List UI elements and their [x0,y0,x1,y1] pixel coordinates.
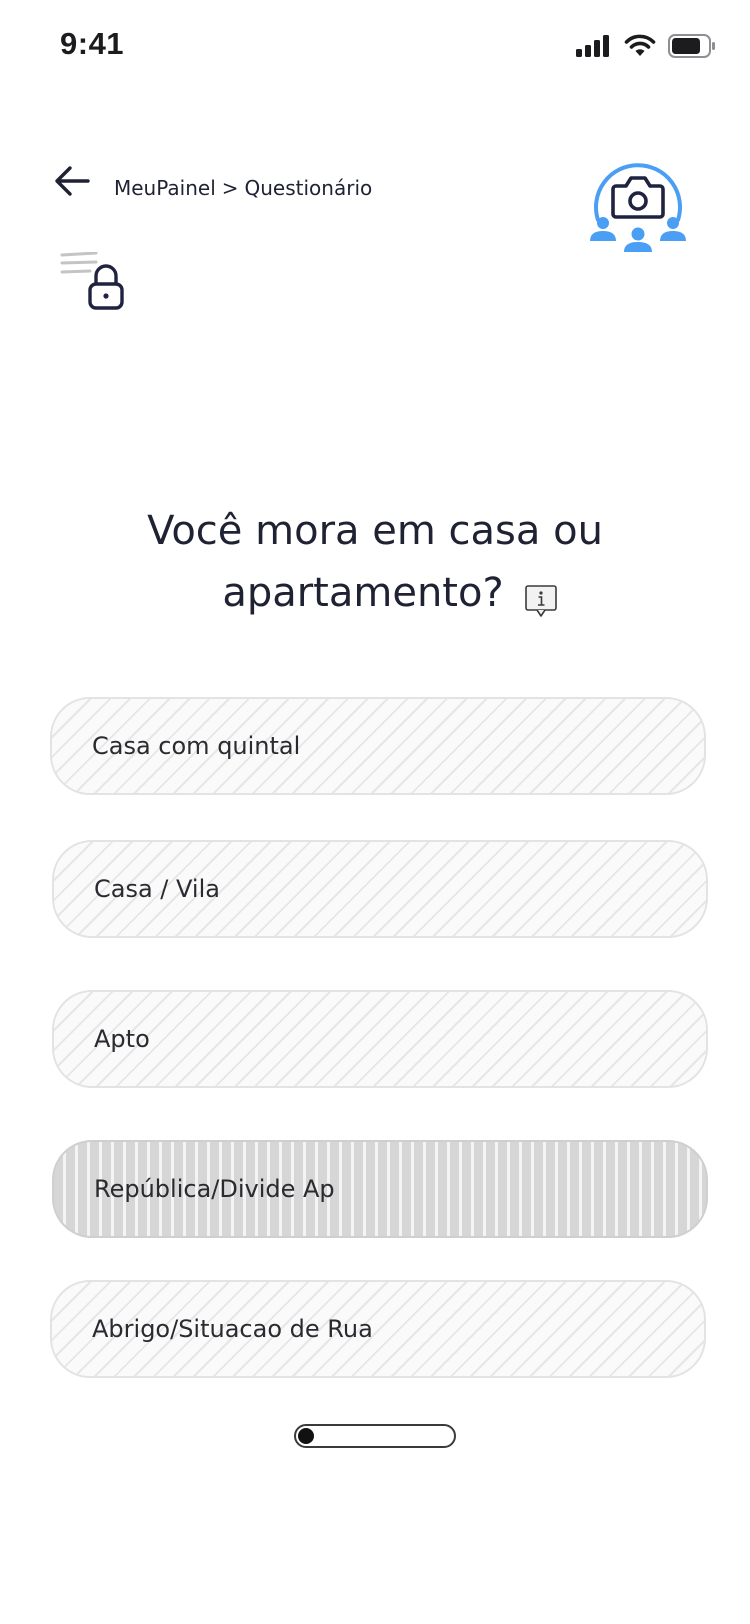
question-line-1: Você mora em casa ou [147,508,603,554]
option-apto[interactable]: Apto [52,990,708,1088]
progress-indicator [298,1428,314,1444]
locked-menu-icon [60,251,124,310]
camera-group-icon [590,163,686,252]
status-icons [576,34,716,58]
info-icon [524,585,557,617]
status-time: 9:41 [60,26,125,61]
status-bar: 9:41 [0,0,750,92]
camera-button[interactable] [590,154,686,264]
option-casa-com-quintal[interactable]: Casa com quintal [50,697,706,795]
option-casa-vila[interactable]: Casa / Vila [52,840,708,938]
locked-menu-button[interactable] [60,251,132,322]
wifi-icon [624,34,656,56]
option-label: Casa com quintal [92,732,301,760]
option-label: Casa / Vila [94,875,220,903]
breadcrumb-separator: > [221,176,239,200]
breadcrumb: MeuPainel > Questionário [114,176,372,200]
cellular-signal-icon [576,35,609,57]
option-republica-divide-ap[interactable]: República/Divide Ap [52,1140,708,1238]
breadcrumb-current: Questionário [244,176,373,200]
option-label: Apto [94,1025,150,1053]
option-label: Abrigo/Situacao de Rua [92,1315,373,1343]
back-button[interactable] [52,163,92,199]
question-line-2-text: apartamento? [222,570,504,616]
question-title: Você mora em casa ou apartamento? [0,500,750,624]
question-line-2: apartamento? [0,562,750,624]
battery-icon [668,34,715,58]
progress-bar [294,1424,456,1448]
info-button[interactable] [524,574,558,617]
option-label: República/Divide Ap [94,1175,335,1203]
breadcrumb-root[interactable]: MeuPainel [114,176,216,200]
option-abrigo-situacao-de-rua[interactable]: Abrigo/Situacao de Rua [50,1280,706,1378]
arrow-left-icon [55,166,90,196]
